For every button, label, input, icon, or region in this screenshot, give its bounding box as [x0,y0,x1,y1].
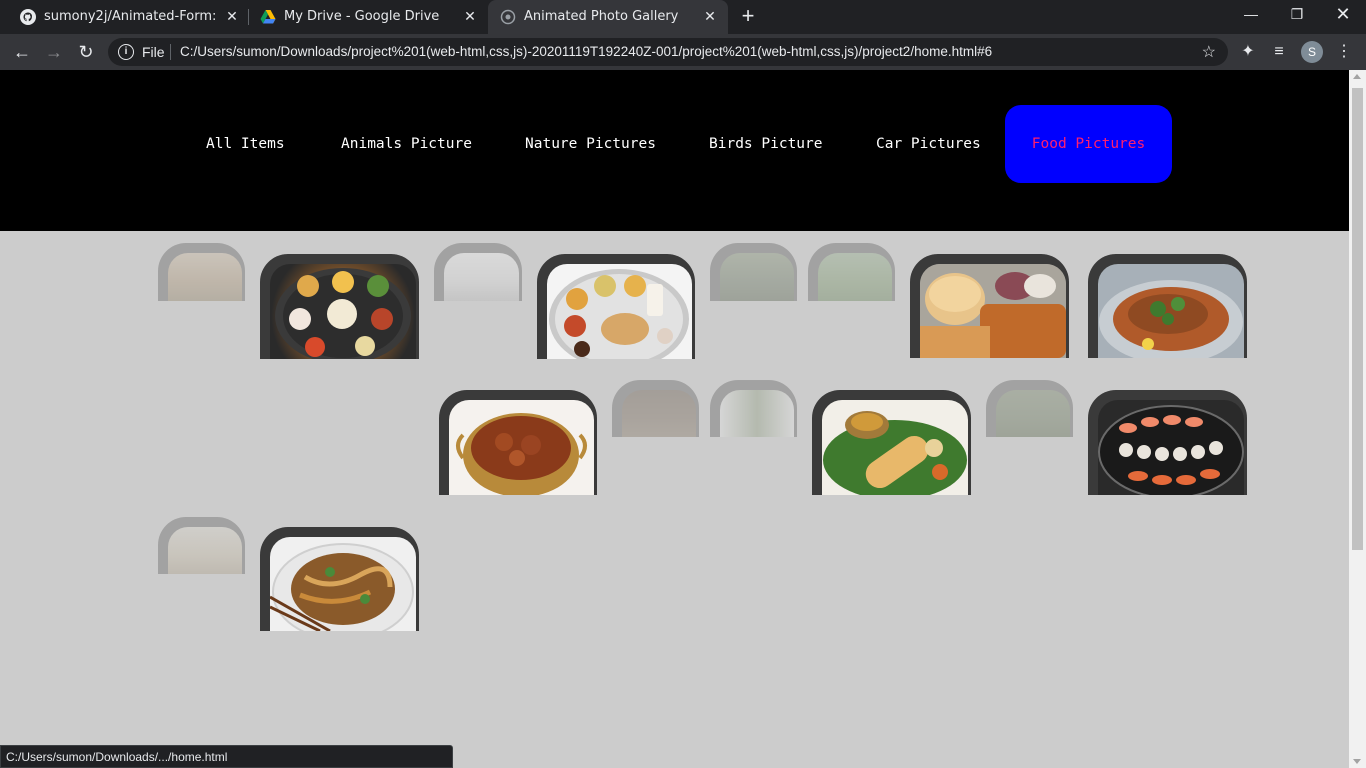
gallery-item-food[interactable] [910,254,1069,358]
nav-nature-pictures[interactable]: Nature Pictures [525,105,656,183]
scroll-up-arrow-icon[interactable] [1353,74,1361,79]
gallery-item-animal-faded[interactable] [986,380,1073,437]
food-indian-thali-photo [547,264,692,359]
scheme-label: File [142,44,165,60]
nature-photo [818,253,892,301]
nav-birds-picture[interactable]: Birds Picture [709,105,823,183]
food-illustration [920,264,1066,358]
food-curry-pot-photo [449,400,594,495]
gallery-item-animal-faded[interactable] [710,380,797,437]
page-scrollbar[interactable] [1349,70,1366,768]
browser-toolbar: ← → ↻ i File C:/Users/sumon/Downloads/pr… [0,34,1366,70]
extensions-puzzle-icon[interactable]: ✦ [1237,41,1259,63]
tab-github[interactable]: sumony2j/Animated-Form: An ed ✕ [8,0,248,34]
gallery-item-animal-faded[interactable] [158,517,245,574]
animal-photo [168,253,242,301]
animal-photo [444,253,519,301]
browser-tab-strip: sumony2j/Animated-Form: An ed ✕ My Drive… [0,0,1366,34]
animal-photo [720,253,794,301]
more-menu-icon[interactable]: ⋮ [1333,41,1355,63]
food-noodles-photo [270,537,416,631]
gallery-item-animal-faded[interactable] [434,243,522,301]
close-icon[interactable]: ✕ [460,7,480,27]
tab-animated-photo-gallery[interactable]: Animated Photo Gallery ✕ [488,0,728,34]
gallery-item-food[interactable] [260,527,419,631]
gallery-item-food[interactable] [260,254,419,359]
nav-food-pictures[interactable]: Food Pictures [1005,105,1172,183]
media-playlist-icon[interactable]: ≡ [1268,41,1290,63]
gallery-item-food[interactable] [537,254,695,359]
nav-car-pictures[interactable]: Car Pictures [876,105,981,183]
food-fried-fish-photo [1098,264,1244,358]
window-close-icon[interactable]: ✕ [1320,0,1366,30]
nature-photo [622,390,696,437]
minimize-icon[interactable]: — [1228,0,1274,30]
google-drive-icon [260,10,276,24]
gallery-item-animal-faded[interactable] [158,243,245,301]
bookmark-star-icon[interactable]: ☆ [1202,42,1216,62]
back-arrow-icon[interactable]: ← [10,40,34,64]
page-icon [500,9,516,25]
gallery-item-nature-faded[interactable] [612,380,699,437]
site-info-icon[interactable]: i [118,44,134,60]
food-illustration [275,268,411,359]
animal-photo [996,390,1070,437]
food-illustration [549,269,689,359]
status-bar-url: C:/Users/sumon/Downloads/.../home.html [0,745,453,768]
address-bar[interactable]: i File C:/Users/sumon/Downloads/project%… [108,38,1228,66]
scrollbar-thumb[interactable] [1352,88,1363,550]
gallery-item-food[interactable] [812,390,971,495]
nav-all-items[interactable]: All Items [206,105,285,183]
food-illustration [456,413,587,495]
gallery-item-food[interactable] [439,390,597,495]
restore-icon[interactable]: ❐ [1274,0,1320,30]
nav-animals-picture[interactable]: Animals Picture [341,105,472,183]
gallery-item-animal-faded[interactable] [710,243,797,301]
forward-arrow-icon[interactable]: → [42,40,66,64]
tab-google-drive[interactable]: My Drive - Google Drive ✕ [248,0,488,34]
food-illustration [823,411,967,495]
close-icon[interactable]: ✕ [222,7,242,27]
tab-title: sumony2j/Animated-Form: An ed [44,9,219,24]
profile-avatar[interactable]: S [1301,41,1323,63]
gallery-page: All Items Animals Picture Nature Picture… [0,70,1349,768]
animal-panda-photo [720,390,794,437]
tab-title: My Drive - Google Drive [284,9,440,24]
new-tab-plus-icon[interactable]: + [737,5,759,28]
address-divider [170,44,171,60]
url-text[interactable]: C:/Users/sumon/Downloads/project%201(web… [180,44,992,59]
food-sushi-platter-photo [1098,400,1244,495]
reload-icon[interactable]: ↻ [74,40,98,64]
animal-lion-photo [168,527,242,574]
tab-title: Animated Photo Gallery [524,9,679,24]
gallery-item-nature-faded[interactable] [808,243,895,301]
food-dosa-leaf-photo [822,400,968,495]
food-illustration [1098,405,1244,495]
food-illustration [270,543,414,631]
close-icon[interactable]: ✕ [700,7,720,27]
github-icon [20,9,36,25]
food-pav-bhaji-photo [920,264,1066,358]
scroll-down-arrow-icon[interactable] [1353,759,1361,764]
food-thali-plate-photo [270,264,416,359]
gallery-item-food[interactable] [1088,254,1247,358]
gallery-item-food[interactable] [1088,390,1247,495]
food-illustration [1099,280,1243,358]
gallery-nav-header: All Items Animals Picture Nature Picture… [0,70,1349,231]
